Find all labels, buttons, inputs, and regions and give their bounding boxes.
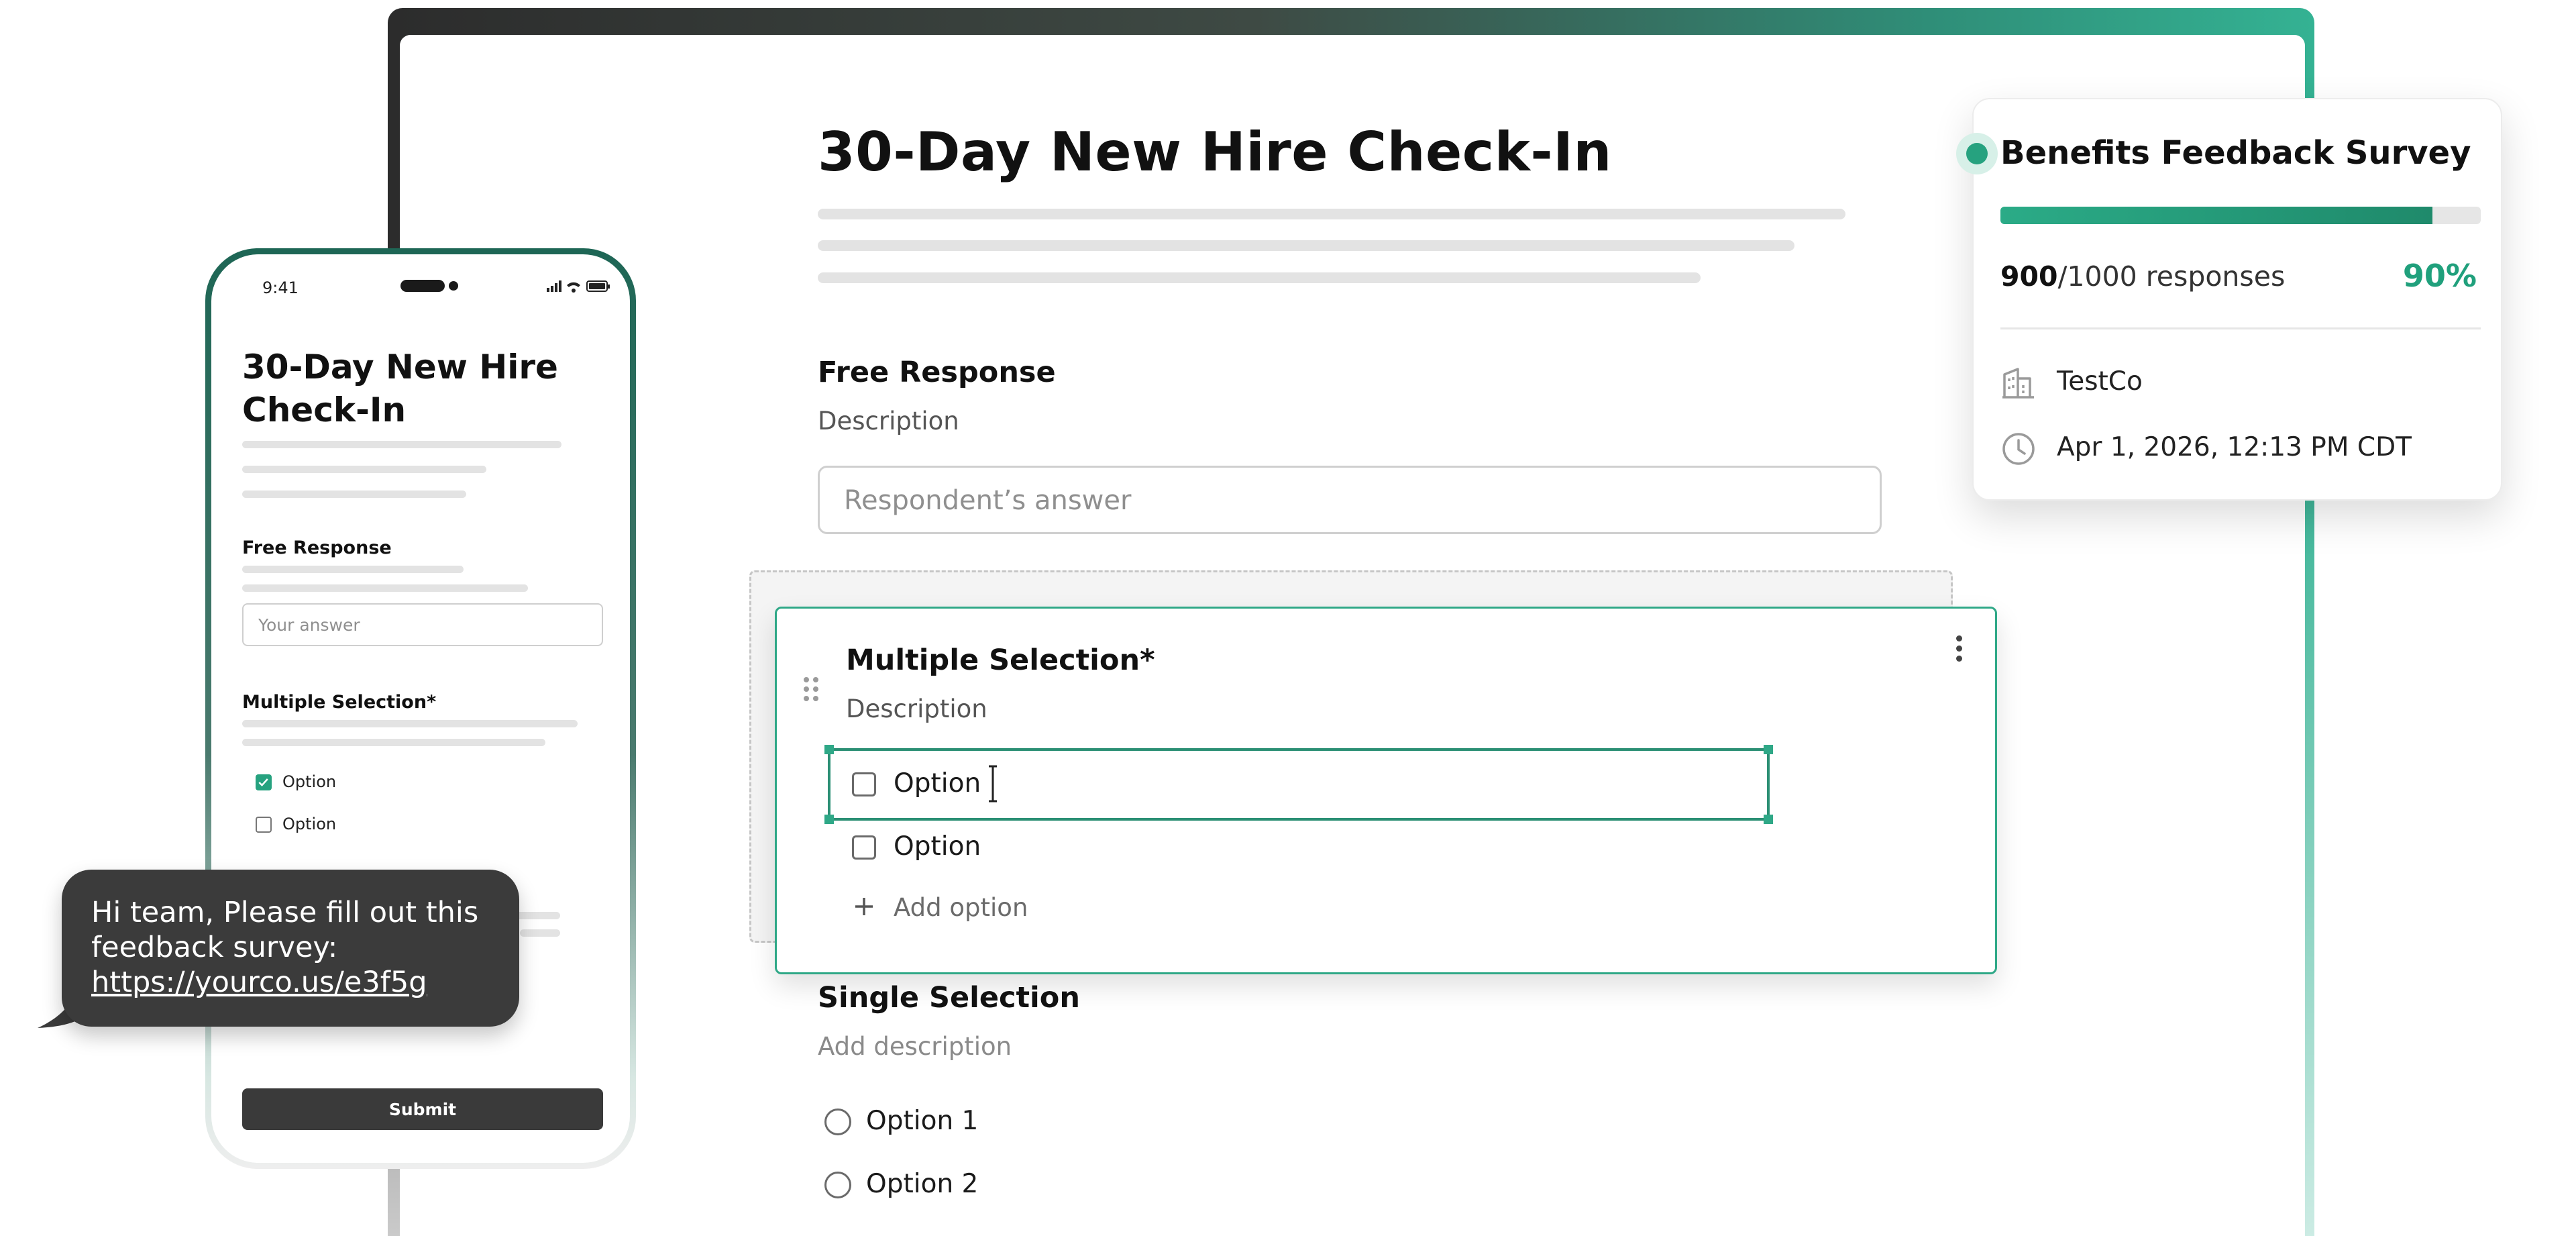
- status-bar-icons: [547, 280, 610, 293]
- respondent-answer-input[interactable]: Respondent’s answer: [818, 466, 1882, 534]
- responses-total: /1000 responses: [2057, 260, 2286, 293]
- responses-count: 900/1000 responses: [2000, 260, 2285, 293]
- responses-received: 900: [2000, 260, 2058, 293]
- option-radio[interactable]: [824, 1172, 851, 1198]
- divider: [2000, 327, 2481, 329]
- phone-free-response-title: Free Response: [242, 537, 392, 558]
- multiple-selection-description[interactable]: Description: [846, 694, 987, 723]
- chat-message-text: Hi team, Please fill out this feedback s…: [91, 895, 507, 1000]
- phone-answer-input[interactable]: Your answer: [242, 603, 603, 646]
- phone-clock: 9:41: [262, 278, 299, 297]
- option-label[interactable]: Option: [894, 768, 981, 799]
- clock-icon: [2002, 433, 2035, 465]
- more-options-icon[interactable]: [1952, 635, 1966, 669]
- option-checkbox[interactable]: [852, 772, 876, 796]
- phone-notch: [400, 280, 445, 292]
- resize-handle[interactable]: [824, 815, 834, 824]
- submit-button[interactable]: Submit: [242, 1088, 603, 1130]
- placeholder-line: [242, 584, 528, 592]
- option-label[interactable]: Option 1: [866, 1106, 978, 1136]
- drag-handle-icon[interactable]: [801, 676, 821, 703]
- response-progress-fill: [2000, 207, 2433, 224]
- form-title[interactable]: 30-Day New Hire Check-In: [818, 121, 1612, 183]
- placeholder-line: [520, 929, 560, 937]
- chat-message: Hi team, Please fill out this feedback s…: [91, 896, 479, 964]
- survey-title: Benefits Feedback Survey: [2000, 134, 2471, 172]
- phone-form-title: 30-Day New Hire Check-In: [242, 348, 558, 429]
- placeholder-line: [242, 441, 561, 448]
- placeholder-line: [242, 491, 466, 498]
- company-name: TestCo: [2057, 366, 2143, 397]
- text-cursor-icon: [989, 765, 997, 803]
- single-selection-description[interactable]: Add description: [818, 1032, 1012, 1061]
- response-percent: 90%: [2402, 258, 2477, 294]
- survey-datetime: Apr 1, 2026, 12:13 PM CDT: [2057, 432, 2412, 462]
- phone-option-label[interactable]: Option: [282, 815, 336, 833]
- multiple-selection-card[interactable]: Multiple Selection* Description Option O…: [775, 607, 1997, 974]
- phone-camera: [449, 281, 458, 291]
- single-selection-title[interactable]: Single Selection: [818, 981, 1080, 1015]
- resize-handle[interactable]: [824, 745, 834, 754]
- placeholder-line: [513, 912, 560, 919]
- option-label[interactable]: Option: [894, 831, 981, 862]
- survey-link[interactable]: https://yourco.us/e3f5g: [91, 966, 427, 999]
- building-icon: [2002, 368, 2034, 399]
- response-progress-bar: [2000, 207, 2481, 224]
- option-label[interactable]: Option 2: [866, 1169, 978, 1199]
- add-option-button[interactable]: Add option: [894, 893, 1028, 922]
- multiple-selection-title[interactable]: Multiple Selection*: [846, 643, 1155, 677]
- free-response-title[interactable]: Free Response: [818, 356, 1056, 389]
- placeholder-line: [242, 720, 578, 727]
- answer-placeholder: Respondent’s answer: [844, 485, 1132, 516]
- resize-handle[interactable]: [1764, 745, 1773, 754]
- resize-handle[interactable]: [1764, 815, 1773, 824]
- plus-icon[interactable]: [853, 896, 875, 917]
- free-response-description[interactable]: Description: [818, 407, 959, 435]
- option-radio[interactable]: [824, 1109, 851, 1135]
- option-checkbox[interactable]: [852, 835, 876, 860]
- placeholder-line: [242, 466, 486, 473]
- phone-frame: 9:41 30-Day New Hire Check-In Free Respo…: [205, 248, 636, 1169]
- phone-multiple-selection-title: Multiple Selection*: [242, 692, 437, 713]
- placeholder-line: [818, 209, 1845, 219]
- phone-option-checkbox-checked[interactable]: [256, 774, 272, 790]
- phone-answer-placeholder: Your answer: [258, 615, 360, 635]
- phone-option-label[interactable]: Option: [282, 772, 336, 791]
- placeholder-line: [818, 272, 1701, 283]
- placeholder-line: [818, 240, 1794, 251]
- status-dot: [1966, 143, 1988, 164]
- chat-message-bubble: Hi team, Please fill out this feedback s…: [62, 870, 519, 1027]
- checkmark-icon: [258, 778, 268, 786]
- placeholder-line: [242, 566, 464, 573]
- survey-stats-card[interactable]: Benefits Feedback Survey 900/1000 respon…: [1956, 98, 2502, 501]
- phone-option-checkbox[interactable]: [256, 817, 272, 833]
- placeholder-line: [242, 739, 545, 746]
